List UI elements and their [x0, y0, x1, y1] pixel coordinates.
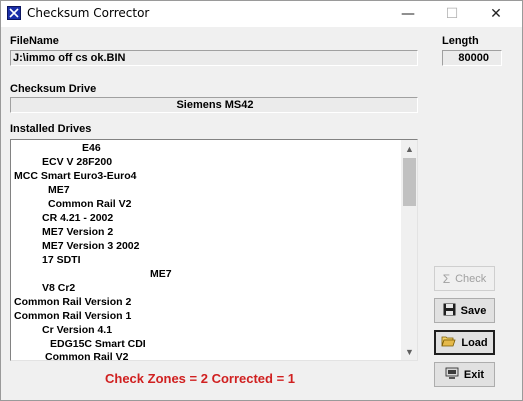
list-item[interactable]: E46	[82, 142, 101, 154]
save-button-label: Save	[460, 304, 487, 317]
vertical-scrollbar[interactable]: ▲ ▼	[401, 140, 417, 360]
length-label: Length	[442, 35, 479, 47]
filename-field: J:\immo off cs ok.BIN	[10, 50, 418, 66]
list-item[interactable]: MCC Smart Euro3-Euro4	[14, 170, 137, 182]
check-button-label: Check	[455, 272, 487, 285]
sigma-icon: Σ	[442, 271, 451, 286]
list-item[interactable]: Common Rail V2	[48, 198, 131, 210]
maximize-button[interactable]: ☐	[430, 1, 474, 27]
list-item[interactable]: 17 SDTI	[42, 254, 81, 266]
check-button[interactable]: Σ Check	[434, 266, 495, 291]
list-item[interactable]: ME7 Version 3 2002	[42, 240, 139, 252]
load-button-label: Load	[461, 336, 488, 349]
list-item[interactable]: ME7	[150, 268, 172, 280]
length-field: 80000	[442, 50, 502, 66]
title-bar[interactable]: Checksum Corrector — ☐ ✕	[1, 1, 522, 27]
scroll-down-arrow-icon[interactable]: ▼	[401, 343, 417, 360]
list-item[interactable]: Common Rail Version 2	[14, 296, 131, 308]
list-item[interactable]: EDG15C Smart CDI	[50, 338, 146, 350]
list-item[interactable]: ME7	[48, 184, 70, 196]
exit-button[interactable]: Exit	[434, 362, 495, 387]
checksum-drive-label: Checksum Drive	[10, 83, 97, 95]
list-item[interactable]: ME7 Version 2	[42, 226, 113, 238]
filename-label: FileName	[10, 35, 59, 47]
status-text: Check Zones = 2 Corrected = 1	[105, 371, 296, 386]
list-item[interactable]: V8 Cr2	[42, 282, 75, 294]
list-item[interactable]: ECV V 28F200	[42, 156, 112, 168]
installed-drives-list[interactable]: E46 ECV V 28F200 MCC Smart Euro3-Euro4 M…	[10, 139, 418, 361]
scroll-thumb[interactable]	[403, 158, 416, 206]
computer-icon	[445, 367, 459, 383]
scroll-up-arrow-icon[interactable]: ▲	[401, 140, 417, 157]
load-button[interactable]: Load	[434, 330, 495, 355]
list-item[interactable]: Common Rail Version 1	[14, 310, 131, 322]
checksum-drive-field: Siemens MS42	[10, 97, 418, 113]
save-button[interactable]: Save	[434, 298, 495, 323]
open-folder-icon	[441, 335, 456, 350]
close-button[interactable]: ✕	[474, 1, 518, 27]
list-item[interactable]: Common Rail V2	[45, 351, 128, 360]
installed-drives-label: Installed Drives	[10, 123, 92, 135]
exit-button-label: Exit	[463, 368, 485, 381]
window-title: Checksum Corrector	[27, 6, 150, 20]
main-window: Checksum Corrector — ☐ ✕ FileName J:\imm…	[0, 0, 523, 401]
floppy-disk-icon	[443, 303, 456, 319]
app-icon	[7, 6, 21, 20]
list-item[interactable]: Cr Version 4.1	[42, 324, 112, 336]
list-item[interactable]: CR 4.21 - 2002	[42, 212, 113, 224]
minimize-button[interactable]: —	[386, 1, 430, 27]
